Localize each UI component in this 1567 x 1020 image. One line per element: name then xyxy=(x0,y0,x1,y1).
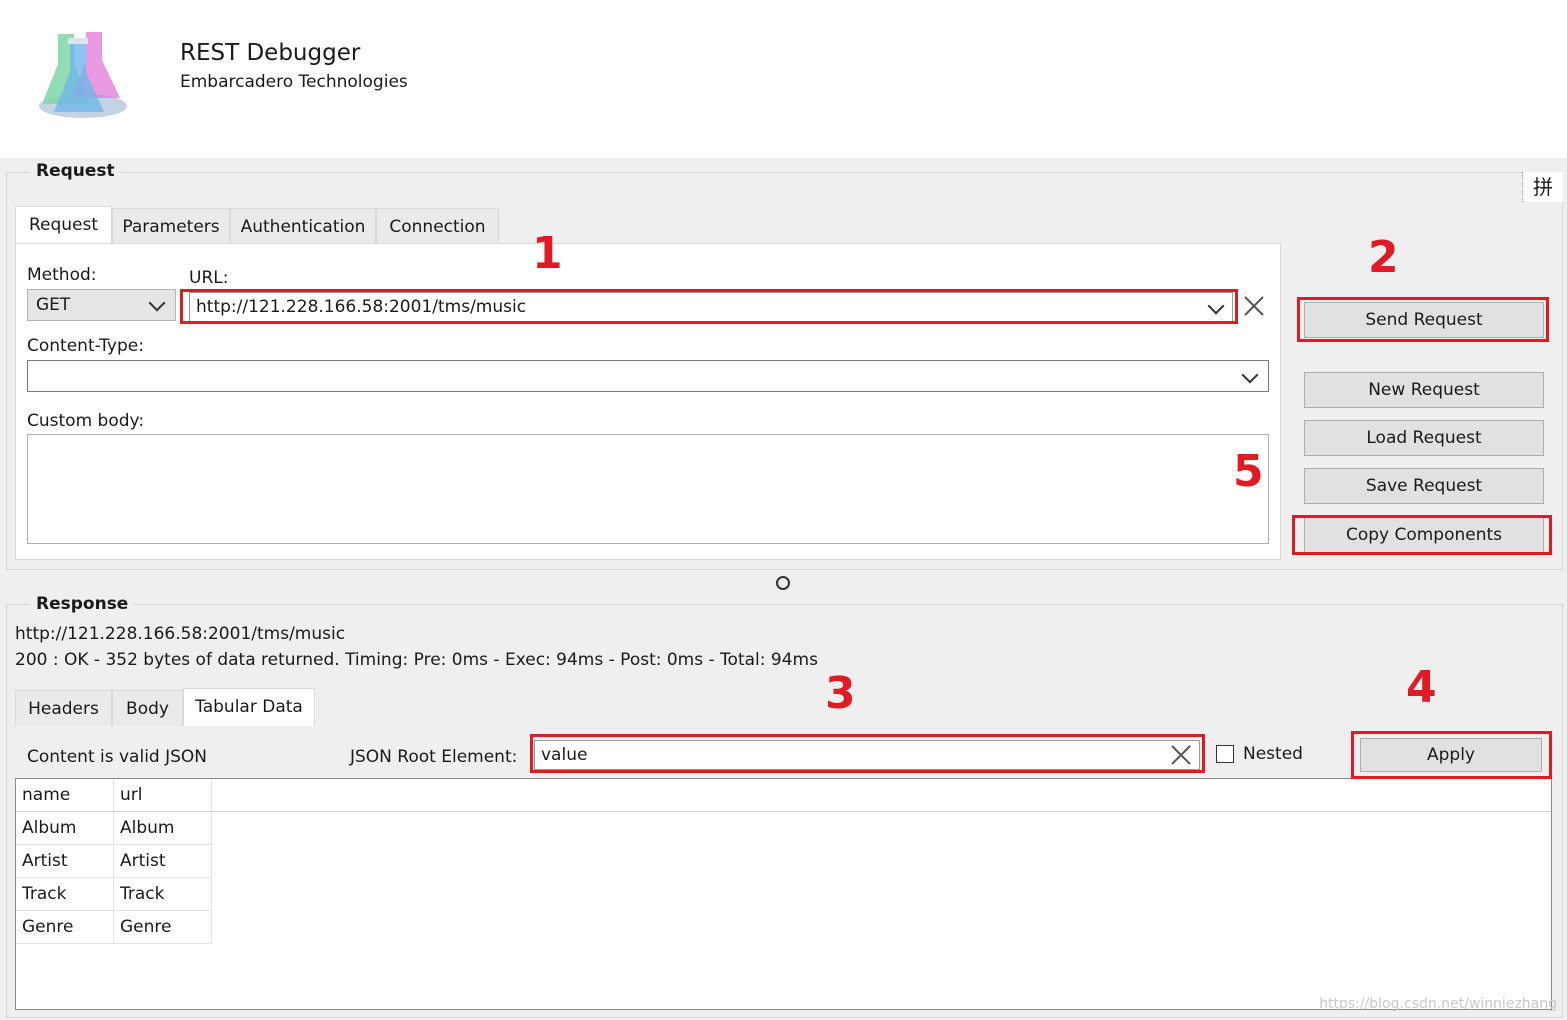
watermark: https://blog.csdn.net/winniezhang xyxy=(1319,996,1557,1012)
table-cell[interactable]: Artist xyxy=(16,845,114,878)
tab-headers[interactable]: Headers xyxy=(15,690,112,726)
close-icon[interactable] xyxy=(1168,742,1194,768)
load-request-button[interactable]: Load Request xyxy=(1304,420,1544,456)
chevron-down-icon xyxy=(1207,297,1225,315)
close-icon[interactable] xyxy=(1241,293,1267,319)
request-group-title: Request xyxy=(30,161,121,181)
app-title: REST Debugger xyxy=(180,40,361,66)
url-label: URL: xyxy=(189,268,229,288)
nested-label: Nested xyxy=(1243,744,1303,764)
annotation-marker-2: 2 xyxy=(1368,232,1399,283)
chevron-down-icon xyxy=(148,294,166,312)
custom-body-label: Custom body: xyxy=(27,411,145,431)
tab-authentication[interactable]: Authentication xyxy=(230,208,376,244)
app-logo-icon xyxy=(28,24,138,124)
table-cell[interactable]: Track xyxy=(16,878,114,911)
response-group-title: Response xyxy=(30,594,135,614)
save-request-button[interactable]: Save Request xyxy=(1304,468,1544,504)
ime-indicator[interactable]: 拼 xyxy=(1522,172,1563,202)
tab-body[interactable]: Body xyxy=(112,690,183,726)
table-cell[interactable]: Genre xyxy=(16,911,114,944)
annotation-marker-3: 3 xyxy=(825,668,856,719)
annotation-marker-5: 5 xyxy=(1233,446,1264,497)
response-status: 200 : OK - 352 bytes of data returned. T… xyxy=(15,650,818,670)
tabular-data-grid[interactable]: name url Album Album Artist Artist Track… xyxy=(15,778,1552,1010)
nested-checkbox[interactable] xyxy=(1216,745,1234,763)
new-request-button[interactable]: New Request xyxy=(1304,372,1544,408)
chevron-down-icon xyxy=(1241,366,1259,384)
tab-connection[interactable]: Connection xyxy=(376,208,499,244)
annotation-marker-1: 1 xyxy=(532,228,563,279)
app-subtitle: Embarcadero Technologies xyxy=(180,72,408,92)
tab-parameters[interactable]: Parameters xyxy=(112,208,230,244)
send-request-button[interactable]: Send Request xyxy=(1304,302,1544,338)
custom-body-textarea[interactable] xyxy=(27,434,1269,544)
tab-request[interactable]: Request xyxy=(15,206,112,244)
table-cell[interactable]: Album xyxy=(16,812,114,845)
tab-tabular-data[interactable]: Tabular Data xyxy=(183,688,315,726)
json-root-input[interactable]: value xyxy=(534,740,1200,770)
splitter-handle-icon[interactable] xyxy=(776,576,790,590)
method-select[interactable]: GET xyxy=(27,289,176,321)
json-root-label: JSON Root Element: xyxy=(350,747,518,767)
apply-button[interactable]: Apply xyxy=(1360,738,1542,772)
table-cell[interactable]: Genre xyxy=(114,911,212,944)
table-cell[interactable]: Album xyxy=(114,812,212,845)
json-valid-label: Content is valid JSON xyxy=(27,747,208,767)
column-header-url[interactable]: url xyxy=(114,779,212,812)
table-cell[interactable]: Artist xyxy=(114,845,212,878)
content-type-label: Content-Type: xyxy=(27,336,144,356)
url-value: http://121.228.166.58:2001/tms/music xyxy=(196,297,527,317)
method-value: GET xyxy=(36,295,71,315)
response-url: http://121.228.166.58:2001/tms/music xyxy=(15,624,346,644)
content-type-select[interactable] xyxy=(27,360,1269,392)
json-root-value: value xyxy=(541,745,588,765)
url-combo[interactable]: http://121.228.166.58:2001/tms/music xyxy=(189,292,1233,322)
table-cell[interactable]: Track xyxy=(114,878,212,911)
column-header-name[interactable]: name xyxy=(16,779,114,812)
annotation-marker-4: 4 xyxy=(1406,662,1437,713)
header-divider xyxy=(16,811,1551,812)
copy-components-button[interactable]: Copy Components xyxy=(1304,517,1544,553)
method-label: Method: xyxy=(27,265,97,285)
